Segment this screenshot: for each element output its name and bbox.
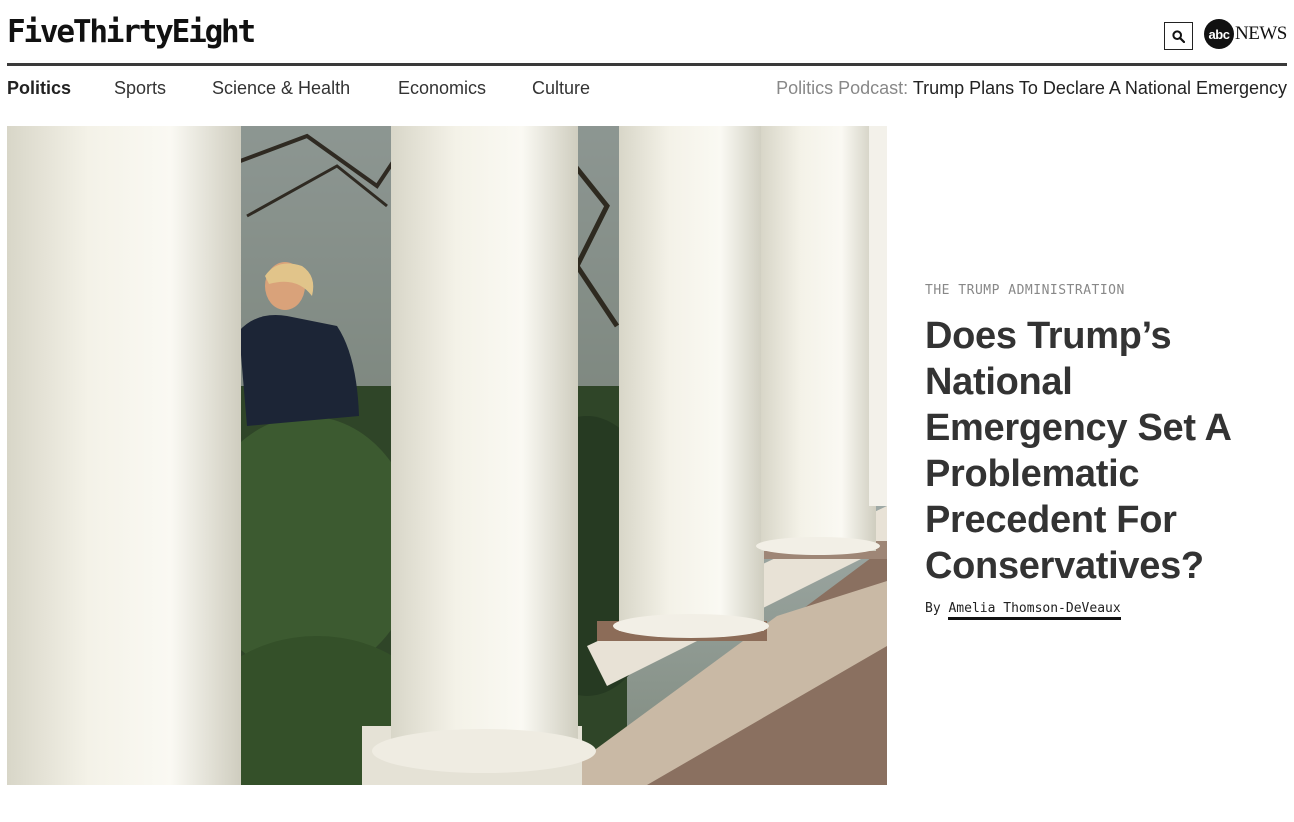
nav-item-science-health[interactable]: Science & Health bbox=[212, 78, 350, 99]
story-kicker[interactable]: THE TRUMP ADMINISTRATION bbox=[925, 283, 1265, 298]
abc-news-logo[interactable]: abc NEWS bbox=[1204, 19, 1287, 49]
author-link[interactable]: Amelia Thomson-DeVeaux bbox=[948, 601, 1121, 620]
site-logo[interactable]: FiveThirtyEight bbox=[7, 14, 256, 50]
podcast-prefix: Politics Podcast: bbox=[776, 78, 909, 98]
nav-item-sports[interactable]: Sports bbox=[114, 78, 166, 99]
nav-item-politics[interactable]: Politics bbox=[7, 78, 71, 99]
byline-prefix: By bbox=[925, 601, 941, 616]
abc-logo-mark: abc bbox=[1204, 19, 1234, 49]
podcast-promo-link[interactable]: Politics Podcast: Trump Plans To Declare… bbox=[776, 78, 1287, 99]
site-header: FiveThirtyEight abc NEWS bbox=[7, 0, 1287, 66]
search-icon bbox=[1172, 29, 1185, 43]
podcast-title: Trump Plans To Declare A National Emerge… bbox=[912, 78, 1287, 98]
nav-item-economics[interactable]: Economics bbox=[398, 78, 486, 99]
abc-logo-text: NEWS bbox=[1235, 23, 1287, 44]
search-button[interactable] bbox=[1164, 22, 1193, 50]
story-byline: By Amelia Thomson-DeVeaux bbox=[925, 601, 1265, 620]
featured-image[interactable] bbox=[7, 126, 887, 785]
featured-story: THE TRUMP ADMINISTRATION Does Trump’s Na… bbox=[925, 283, 1265, 620]
story-headline[interactable]: Does Trump’s National Emergency Set A Pr… bbox=[925, 313, 1265, 589]
nav-item-culture[interactable]: Culture bbox=[532, 78, 590, 99]
section-nav: Politics Sports Science & Health Economi… bbox=[7, 78, 1287, 104]
